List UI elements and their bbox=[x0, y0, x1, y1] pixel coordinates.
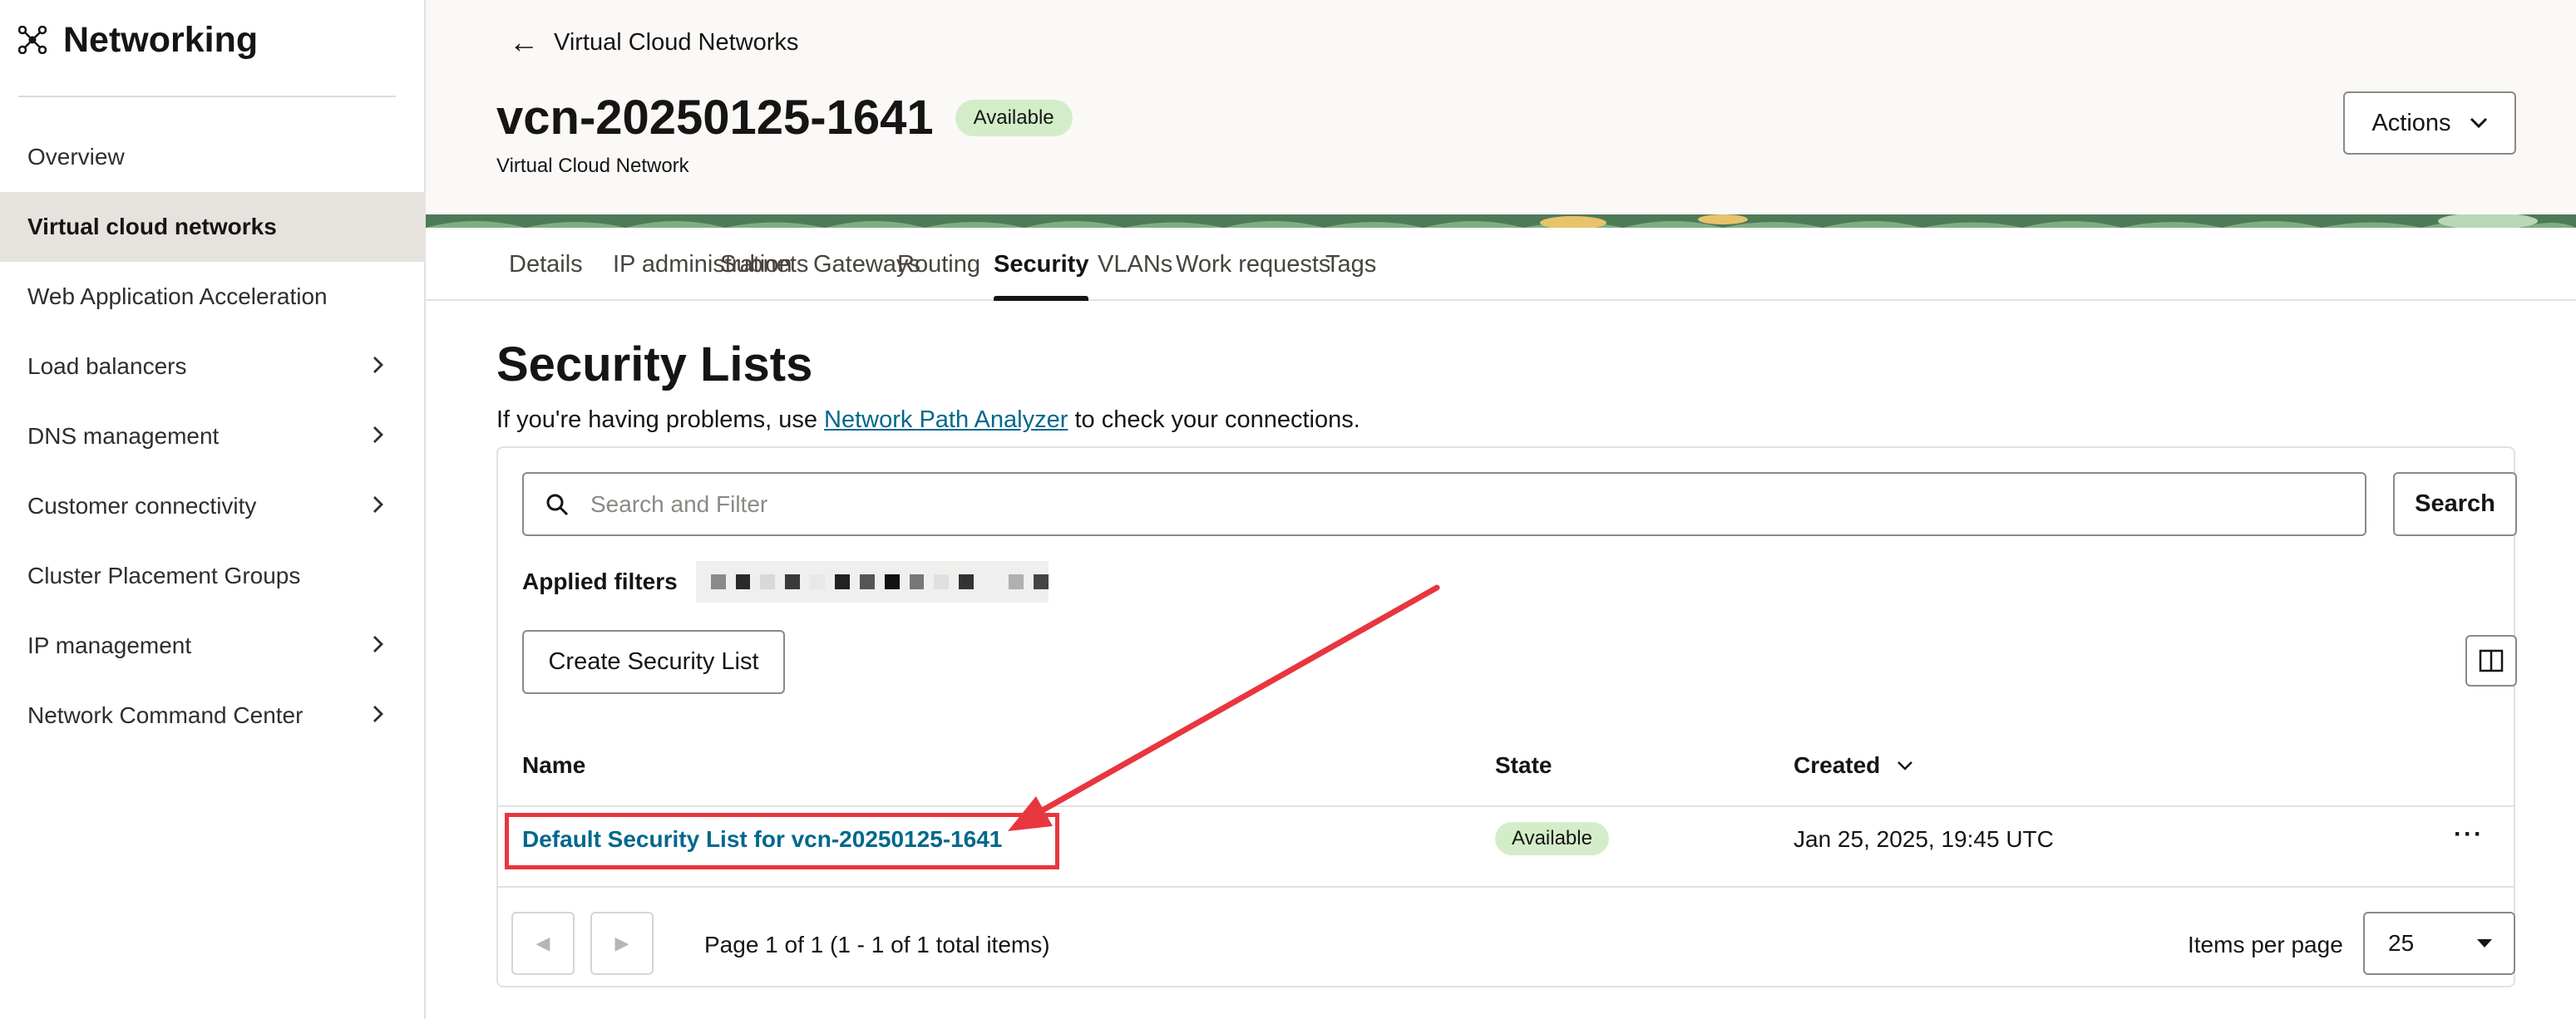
page-title: vcn-20250125-1641 bbox=[496, 91, 934, 145]
security-lists-panel: Search Applied filters Create Security bbox=[496, 446, 2517, 987]
tab-work-requests[interactable]: Work requests bbox=[1176, 228, 1330, 301]
sidebar-item-customer-connectivity[interactable]: Customer connectivity bbox=[0, 471, 426, 541]
column-header-state: State bbox=[1495, 752, 1552, 778]
sidebar-divider bbox=[18, 96, 396, 97]
help-text: If you're having problems, use Network P… bbox=[496, 406, 1360, 434]
tab-security[interactable]: Security bbox=[994, 228, 1089, 301]
page-subtitle: Virtual Cloud Network bbox=[496, 155, 689, 177]
actions-button[interactable]: Actions bbox=[2343, 91, 2516, 155]
column-header-name: Name bbox=[522, 752, 586, 778]
sidebar-item-cluster-placement-groups[interactable]: Cluster Placement Groups bbox=[0, 541, 426, 611]
row-created: Jan 25, 2025, 19:45 UTC bbox=[1794, 826, 2054, 852]
prev-page-button[interactable]: ◀ bbox=[511, 912, 575, 975]
sidebar-item-label: Virtual cloud networks bbox=[27, 214, 277, 239]
help-suffix: to check your connections. bbox=[1068, 406, 1360, 433]
chevron-right-icon bbox=[373, 632, 384, 660]
search-input[interactable] bbox=[589, 490, 2252, 519]
networking-icon bbox=[18, 26, 47, 54]
applied-filters: Applied filters bbox=[522, 561, 1049, 603]
column-header-created-label: Created bbox=[1794, 752, 1881, 778]
page-header: ← Virtual Cloud Networks vcn-20250125-16… bbox=[426, 0, 2576, 216]
back-link-label: Virtual Cloud Networks bbox=[554, 28, 799, 56]
create-security-list-button[interactable]: Create Security List bbox=[522, 630, 785, 694]
next-page-button[interactable]: ▶ bbox=[590, 912, 654, 975]
sidebar-item-web-application-acceleration[interactable]: Web Application Acceleration bbox=[0, 262, 426, 332]
section-title: Security Lists bbox=[496, 337, 813, 391]
sidebar-item-label: Cluster Placement Groups bbox=[27, 563, 301, 588]
annotation-highlight-box bbox=[505, 813, 1059, 869]
column-header-created[interactable]: Created bbox=[1794, 752, 1913, 779]
applied-filters-label: Applied filters bbox=[522, 569, 678, 594]
sidebar-item-ip-management[interactable]: IP management bbox=[0, 611, 426, 681]
tab-tags[interactable]: Tags bbox=[1325, 228, 1376, 301]
sidebar-item-network-command-center[interactable]: Network Command Center bbox=[0, 681, 426, 751]
filter-chip-redacted[interactable] bbox=[695, 561, 1049, 603]
sidebar: Networking Overview Virtual cloud network… bbox=[0, 0, 426, 1019]
header-banner bbox=[426, 214, 2576, 228]
column-layout-button[interactable] bbox=[2465, 635, 2517, 687]
items-per-page-label: Items per page bbox=[2188, 932, 2343, 957]
tab-vlans[interactable]: VLANs bbox=[1098, 228, 1172, 301]
table-footer-divider bbox=[498, 886, 2514, 888]
sidebar-item-label: Network Command Center bbox=[27, 702, 303, 728]
sidebar-item-label: Web Application Acceleration bbox=[27, 283, 328, 309]
sidebar-item-overview[interactable]: Overview bbox=[0, 122, 426, 192]
items-per-page-value: 25 bbox=[2388, 930, 2415, 956]
sidebar-item-label: IP management bbox=[27, 633, 192, 658]
help-prefix: If you're having problems, use bbox=[496, 406, 825, 433]
sidebar-brand: Networking bbox=[18, 17, 258, 63]
sidebar-item-label: Overview bbox=[27, 144, 125, 170]
sidebar-title: Networking bbox=[63, 19, 259, 60]
sidebar-item-virtual-cloud-networks[interactable]: Virtual cloud networks bbox=[0, 192, 426, 262]
sidebar-item-label: Customer connectivity bbox=[27, 493, 257, 519]
chevron-right-icon bbox=[373, 492, 384, 520]
chevron-down-icon bbox=[2470, 117, 2487, 129]
status-badge: Available bbox=[955, 99, 1073, 136]
sidebar-item-load-balancers[interactable]: Load balancers bbox=[0, 332, 426, 401]
tab-details[interactable]: Details bbox=[509, 228, 583, 301]
row-actions-more-icon[interactable]: ··· bbox=[2448, 814, 2490, 855]
back-link[interactable]: ← Virtual Cloud Networks bbox=[509, 25, 798, 60]
caret-down-icon bbox=[2477, 939, 2492, 948]
caret-left-icon: ◀ bbox=[535, 933, 550, 953]
sidebar-item-dns-management[interactable]: DNS management bbox=[0, 401, 426, 471]
chevron-right-icon bbox=[373, 701, 384, 730]
table-header-divider bbox=[498, 805, 2514, 807]
title-row: vcn-20250125-1641 Available bbox=[496, 90, 1073, 145]
chevron-right-icon bbox=[373, 422, 384, 450]
tab-subnets[interactable]: Subnets bbox=[720, 228, 808, 301]
tab-routing[interactable]: Routing bbox=[897, 228, 980, 301]
actions-label: Actions bbox=[2371, 109, 2451, 136]
columns-icon bbox=[2479, 649, 2504, 672]
pagination-info: Page 1 of 1 (1 - 1 of 1 total items) bbox=[704, 932, 1050, 957]
tab-bar: Details IP administration Subnets Gateways R… bbox=[426, 228, 2576, 301]
search-box[interactable] bbox=[522, 472, 2366, 536]
sidebar-item-label: DNS management bbox=[27, 423, 220, 449]
arrow-left-icon: ← bbox=[509, 25, 539, 59]
caret-right-icon: ▶ bbox=[614, 933, 629, 953]
sort-chevron-down-icon bbox=[1897, 761, 1913, 770]
row-state-badge: Available bbox=[1495, 822, 1609, 855]
network-path-analyzer-link[interactable]: Network Path Analyzer bbox=[824, 406, 1068, 433]
search-button[interactable]: Search bbox=[2393, 472, 2517, 536]
items-per-page-select[interactable]: 25 bbox=[2363, 912, 2515, 975]
sidebar-item-label: Load balancers bbox=[27, 353, 187, 379]
chevron-right-icon bbox=[373, 352, 384, 381]
search-icon bbox=[546, 494, 569, 515]
sidebar-nav: Overview Virtual cloud networks Web Applic… bbox=[0, 122, 426, 751]
